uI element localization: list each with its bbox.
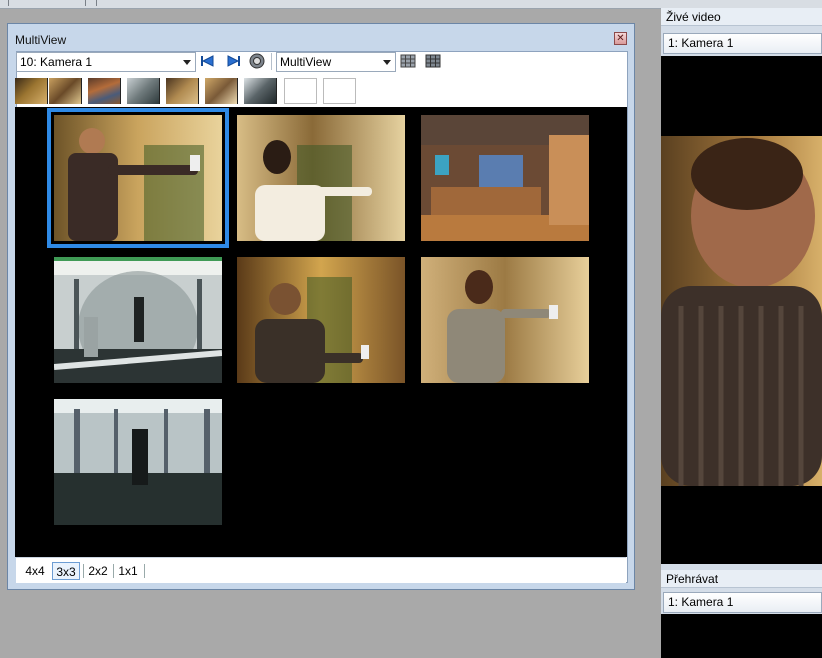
live-camera-feed-image <box>661 56 822 564</box>
camera-thumbnail[interactable] <box>49 78 82 104</box>
camera-thumbnail[interactable] <box>166 78 199 104</box>
next-camera-button[interactable] <box>224 52 242 70</box>
grid-edit-icon <box>425 54 441 68</box>
video-grid <box>15 107 627 557</box>
playback-camera-select[interactable]: 1: Kamera 1 <box>663 592 822 613</box>
toolbar-separator <box>8 0 9 6</box>
toolbar-separator <box>85 0 86 6</box>
arrow-left-icon <box>201 55 214 67</box>
layout-3x3-button[interactable]: 3x3 <box>52 562 80 580</box>
multiview-title: MultiView <box>15 33 67 47</box>
grid-icon <box>400 54 416 68</box>
view-select[interactable]: MultiView <box>276 52 396 72</box>
camera-feed-image <box>421 115 589 241</box>
video-cell[interactable] <box>421 115 589 241</box>
camera-thumbnail[interactable] <box>244 78 277 104</box>
layout-bar: 4x4 3x3 2x2 1x1 <box>16 557 626 583</box>
live-video-view[interactable] <box>661 56 822 564</box>
grid-edit-button[interactable] <box>424 52 442 70</box>
video-cell[interactable] <box>47 108 229 248</box>
live-camera-select[interactable]: 1: Kamera 1 <box>663 33 822 54</box>
camera-thumbnail[interactable] <box>88 78 121 104</box>
camera-select-value: 10: Kamera 1 <box>20 55 93 69</box>
grid-layout-button[interactable] <box>399 52 417 70</box>
camera-feed-image <box>54 115 222 241</box>
layout-1x1-button[interactable]: 1x1 <box>114 562 142 580</box>
camera-feed-image <box>54 399 222 525</box>
layout-2x2-button[interactable]: 2x2 <box>84 562 112 580</box>
camera-select[interactable]: 10: Kamera 1 <box>16 52 196 72</box>
chevron-down-icon <box>383 60 391 65</box>
playback-header: Přehrávat <box>661 570 822 588</box>
previous-camera-button[interactable] <box>199 52 217 70</box>
video-cell[interactable] <box>237 257 405 383</box>
camera-feed-image <box>237 115 405 241</box>
chevron-down-icon <box>183 60 191 65</box>
video-cell[interactable] <box>54 399 222 525</box>
view-select-value: MultiView <box>280 55 332 69</box>
camera-feed-image <box>54 257 222 383</box>
camera-settings-button[interactable] <box>248 52 266 70</box>
video-cell[interactable] <box>237 115 405 241</box>
video-cell[interactable] <box>54 257 222 383</box>
layout-separator <box>144 564 145 578</box>
camera-lens-icon <box>249 53 265 69</box>
camera-feed-image <box>237 257 405 383</box>
empty-thumbnail[interactable] <box>323 78 356 104</box>
empty-thumbnail[interactable] <box>284 78 317 104</box>
camera-thumbnail[interactable] <box>205 78 238 104</box>
camera-feed-image <box>421 257 589 383</box>
toolbar-separator <box>96 0 97 6</box>
arrow-right-icon <box>227 55 240 67</box>
layout-4x4-button[interactable]: 4x4 <box>21 562 49 580</box>
close-icon[interactable]: ✕ <box>614 32 627 45</box>
live-video-header: Živé video <box>661 8 822 26</box>
playback-video-view[interactable] <box>661 614 822 658</box>
camera-thumbnail[interactable] <box>127 78 160 104</box>
video-cell[interactable] <box>421 257 589 383</box>
camera-thumbnail[interactable] <box>15 78 48 104</box>
toolbar-divider <box>271 53 272 70</box>
